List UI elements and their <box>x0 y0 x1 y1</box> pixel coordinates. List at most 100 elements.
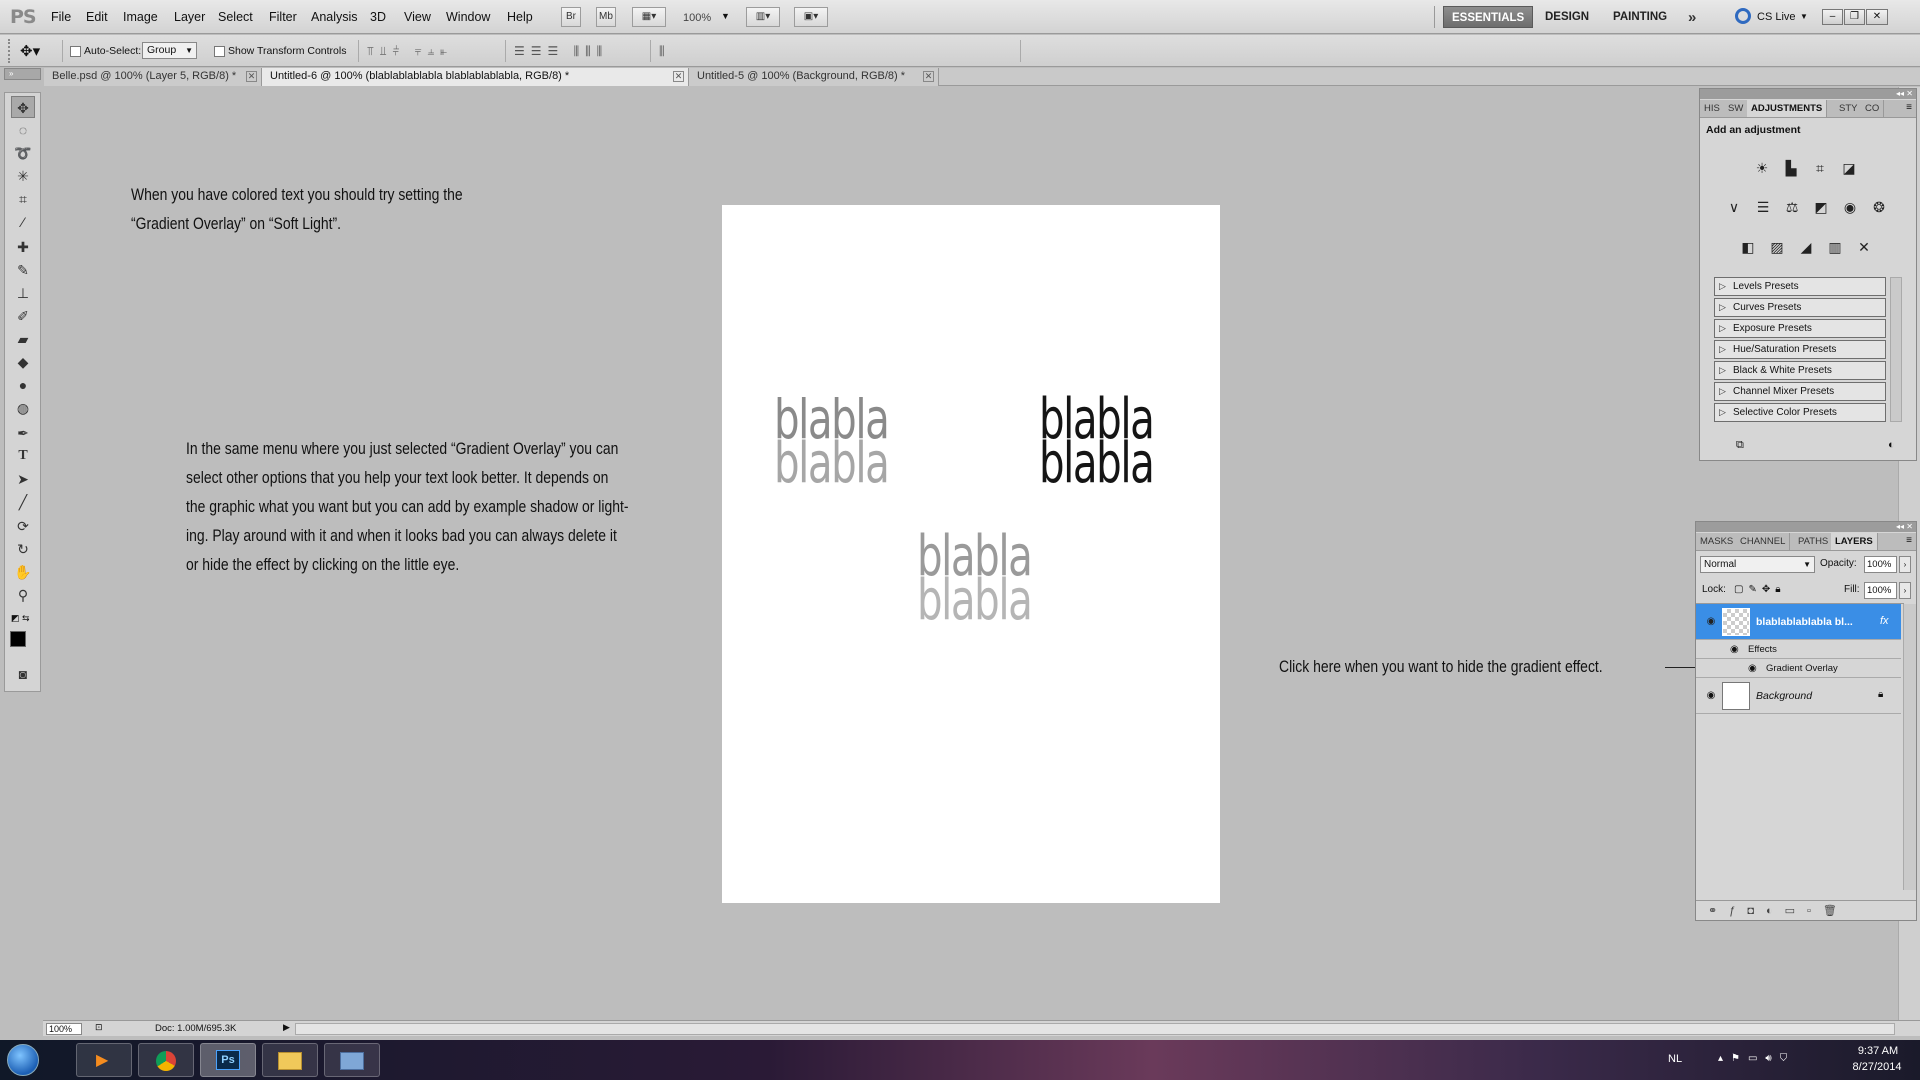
eraser-tool-icon[interactable]: ▰ <box>11 328 35 350</box>
marquee-tool-icon[interactable]: ◌ <box>11 119 35 141</box>
menu-help[interactable]: Help <box>507 10 533 24</box>
menu-layer[interactable]: Layer <box>174 10 205 24</box>
brightness-icon[interactable]: ☀ <box>1752 159 1772 177</box>
layers-scrollbar[interactable] <box>1903 604 1916 890</box>
close-icon[interactable]: ✕ <box>923 71 934 82</box>
clock-date[interactable]: 8/27/2014 <box>1842 1061 1912 1073</box>
clock-time[interactable]: 9:37 AM <box>1848 1045 1908 1057</box>
magic-wand-icon[interactable]: ✳ <box>11 165 35 187</box>
tab-styles[interactable]: STY <box>1835 100 1863 117</box>
tab-paths[interactable]: PATHS <box>1794 533 1834 550</box>
path-selection-icon[interactable]: ➤ <box>11 468 35 490</box>
explorer-app[interactable] <box>262 1043 318 1077</box>
tab-belle[interactable]: Belle.psd @ 100% (Layer 5, RGB/8) * ✕ <box>44 68 262 86</box>
zoom-level[interactable]: 100% <box>683 12 711 24</box>
tab-swatches[interactable]: SW <box>1724 100 1749 117</box>
black-white-icon[interactable]: ◩ <box>1811 198 1831 216</box>
foreground-color[interactable] <box>10 631 26 647</box>
channel-mixer-icon[interactable]: ❂ <box>1869 198 1889 216</box>
restore-button[interactable]: ❐ <box>1844 9 1865 25</box>
menu-view[interactable]: View <box>404 10 431 24</box>
invert-icon[interactable]: ◧ <box>1738 238 1758 256</box>
history-brush-icon[interactable]: ✐ <box>11 305 35 327</box>
layer-row-background[interactable]: ◉ Background 🔒︎ <box>1696 678 1901 714</box>
preset-hue-saturation[interactable]: Hue/Saturation Presets <box>1714 340 1886 359</box>
tab-masks[interactable]: MASKS <box>1696 533 1739 550</box>
tab-untitled-6[interactable]: Untitled-6 @ 100% (blablablablabla blabl… <box>262 68 689 86</box>
3d-orbit-icon[interactable]: ↻ <box>11 538 35 560</box>
tab-adjustments[interactable]: ADJUSTMENTS <box>1747 100 1828 117</box>
fill-input[interactable]: 100% <box>1864 582 1897 599</box>
selective-color-icon[interactable]: ✕ <box>1854 238 1874 256</box>
auto-align-icon[interactable]: ⫼ <box>659 44 665 59</box>
layers-footer-icons[interactable]: ⚭ƒ◘◐▭▫🗑︎ <box>1696 900 1916 920</box>
preset-curves[interactable]: Curves Presets <box>1714 298 1886 317</box>
paint-bucket-icon[interactable]: ◆ <box>11 351 35 373</box>
crop-tool-icon[interactable]: ⌗ <box>11 188 35 210</box>
media-player-app[interactable]: ▶ <box>76 1043 132 1077</box>
preset-channel-mixer[interactable]: Channel Mixer Presets <box>1714 382 1886 401</box>
workspace-essentials[interactable]: ESSENTIALS <box>1443 6 1534 28</box>
menu-analysis[interactable]: Analysis <box>311 10 358 24</box>
close-icon[interactable]: ✕ <box>246 71 257 82</box>
panel-header-bar[interactable]: ◂◂ ✕ <box>1700 89 1916 99</box>
default-colors-icon[interactable]: ◩ ⇆ <box>11 613 30 624</box>
auto-select-dropdown[interactable]: Group ▼ <box>142 42 197 59</box>
fill-slider-button[interactable]: › <box>1899 582 1911 599</box>
menu-3d[interactable]: 3D <box>370 10 386 24</box>
presets-scrollbar[interactable] <box>1890 277 1902 422</box>
auto-select-checkbox[interactable] <box>70 46 81 57</box>
blur-tool-icon[interactable]: ● <box>11 374 35 396</box>
panel-menu-icon[interactable]: ≡ <box>1906 102 1912 113</box>
photoshop-app[interactable]: Ps <box>200 1043 256 1077</box>
tab-histogram[interactable]: HIS <box>1700 100 1725 117</box>
hand-tool-icon[interactable]: ✋ <box>11 561 35 583</box>
tab-layers[interactable]: LAYERS <box>1831 533 1878 550</box>
quick-mask-icon[interactable]: ◙ <box>11 663 35 685</box>
vibrance-icon[interactable]: ∨ <box>1724 198 1744 216</box>
clone-stamp-icon[interactable]: ⊥ <box>11 282 35 304</box>
menu-edit[interactable]: Edit <box>86 10 108 24</box>
close-button[interactable]: ✕ <box>1866 9 1888 25</box>
menu-window[interactable]: Window <box>446 10 490 24</box>
status-zoom[interactable]: 100% <box>46 1023 82 1035</box>
effects-row[interactable]: ◉ Effects <box>1696 640 1901 659</box>
document-canvas[interactable]: blabla blabla blabla blabla blabla blabl… <box>722 205 1220 903</box>
show-transform-checkbox[interactable] <box>214 46 225 57</box>
clip-to-layer-icon[interactable]: ⧉ <box>1736 439 1744 452</box>
blend-mode-dropdown[interactable]: Normal ▼ <box>1700 556 1815 573</box>
chevron-down-icon[interactable]: ▼ <box>1800 12 1808 21</box>
opacity-input[interactable]: 100% <box>1864 556 1897 573</box>
move-tool-icon[interactable]: ✥ <box>11 96 35 118</box>
exposure-icon[interactable]: ◪ <box>1839 159 1859 177</box>
status-icon[interactable]: ⊡ <box>95 1022 103 1033</box>
curves-icon[interactable]: ⌗ <box>1810 159 1830 177</box>
chevron-down-icon[interactable]: ▼ <box>721 11 730 21</box>
tab-untitled-5[interactable]: Untitled-5 @ 100% (Background, RGB/8) * ✕ <box>689 68 939 86</box>
gradient-overlay-row[interactable]: ◉ Gradient Overlay <box>1696 659 1901 678</box>
menu-select[interactable]: Select <box>218 10 253 24</box>
tab-color[interactable]: CO <box>1861 100 1885 117</box>
opacity-slider-button[interactable]: › <box>1899 556 1911 573</box>
menu-filter[interactable]: Filter <box>269 10 297 24</box>
mini-bridge-button[interactable]: Mb <box>596 7 616 27</box>
panel-menu-icon[interactable]: ≡ <box>1906 535 1912 546</box>
toolbar-collapse[interactable]: » <box>4 68 41 80</box>
zoom-tool-icon[interactable]: ⚲ <box>11 584 35 606</box>
start-button[interactable] <box>7 1044 39 1076</box>
screen-mode-button[interactable]: ▣▾ <box>794 7 828 27</box>
eye-icon[interactable]: ◉ <box>1730 644 1739 655</box>
fx-icon[interactable]: fx <box>1880 615 1889 627</box>
horizontal-scrollbar[interactable] <box>295 1023 1895 1035</box>
gradient-map-icon[interactable]: ▥ <box>1825 238 1845 256</box>
eyedropper-icon[interactable]: ⁄ <box>11 211 35 233</box>
panel-header-bar[interactable]: ◂◂ ✕ <box>1696 522 1916 532</box>
type-tool-icon[interactable]: T <box>11 445 35 467</box>
visibility-icon[interactable]: ◐ <box>1888 439 1895 451</box>
eye-icon[interactable]: ◉ <box>1704 617 1718 627</box>
distribute-icons[interactable]: ☰☰☰ ⫼⫼⫼ <box>514 44 608 59</box>
more-workspaces-icon[interactable]: » <box>1688 9 1696 26</box>
eye-icon[interactable]: ◉ <box>1748 663 1757 674</box>
layer-name[interactable]: blablablablabla bl... <box>1756 616 1853 628</box>
lasso-tool-icon[interactable]: ➰ <box>11 142 35 164</box>
